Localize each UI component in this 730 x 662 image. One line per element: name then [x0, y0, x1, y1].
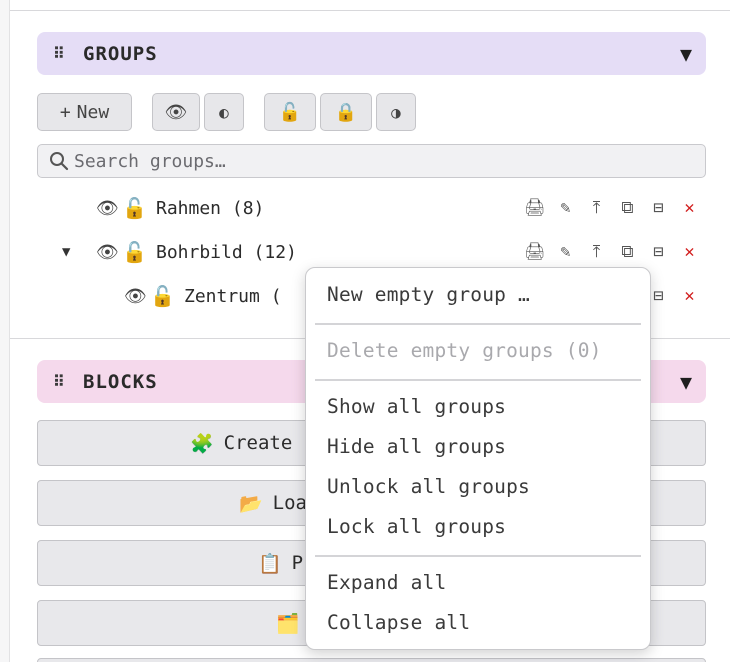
pencil-icon[interactable]: ✎: [550, 242, 581, 262]
load-block-label: Loa: [272, 492, 307, 514]
collapse-caret-icon[interactable]: ▼: [680, 42, 692, 66]
half-circle-icon: ◑: [391, 102, 401, 122]
eye-icon[interactable]: 👁: [96, 198, 122, 219]
group-label: Zentrum (: [184, 285, 282, 307]
unlocked-icon[interactable]: 🔓: [122, 240, 156, 264]
move-to-top-icon[interactable]: ⤒: [581, 198, 612, 218]
groups-context-menu: New empty group … Delete empty groups (0…: [305, 267, 651, 650]
eye-icon: 👁: [164, 101, 188, 123]
puzzle-icon: 🧩: [190, 432, 214, 455]
unlocked-icon[interactable]: 🔓: [150, 284, 184, 308]
group-row-actions: 🖨 ✎ ⤒ ⧉ ⊟ ✕: [519, 198, 705, 218]
toggle-visibility-button[interactable]: ◐: [204, 93, 244, 131]
print-icon[interactable]: 🖨: [519, 198, 550, 218]
create-block-label: Create: [223, 432, 293, 454]
collapse-icon[interactable]: ⊟: [643, 242, 674, 262]
menu-item-lock-all-groups[interactable]: Lock all groups: [327, 515, 506, 538]
unlock-all-button[interactable]: 🔓: [264, 93, 316, 131]
new-group-button[interactable]: + New: [37, 93, 132, 131]
eye-icon[interactable]: 👁: [96, 242, 122, 263]
delete-icon[interactable]: ✕: [674, 198, 705, 218]
collapse-icon[interactable]: ⊟: [643, 198, 674, 218]
menu-separator: [315, 555, 641, 557]
locked-icon: 🔒: [334, 101, 358, 123]
duplicate-icon[interactable]: ⧉: [612, 242, 643, 262]
toggle-lock-button[interactable]: ◑: [376, 93, 416, 131]
half-circle-icon: ◐: [219, 102, 229, 122]
plus-icon: +: [59, 101, 71, 123]
group-label: Rahmen (8): [156, 197, 265, 219]
menu-separator: [315, 323, 641, 325]
print-icon[interactable]: 🖨: [519, 242, 550, 262]
duplicate-icon[interactable]: ⧉: [612, 198, 643, 218]
search-groups-input[interactable]: [74, 150, 674, 172]
card-index-icon: 🗂️: [276, 612, 300, 635]
expand-caret-icon[interactable]: ▼: [62, 244, 70, 260]
next-block-button[interactable]: [37, 658, 706, 662]
search-groups-field[interactable]: [37, 144, 706, 178]
blocks-section-title: BLOCKS: [83, 370, 158, 393]
drag-handle-icon[interactable]: ⠿: [53, 372, 73, 391]
menu-item-show-all-groups[interactable]: Show all groups: [327, 395, 506, 418]
group-row-actions: 🖨 ✎ ⤒ ⧉ ⊟ ✕: [519, 242, 705, 262]
folder-icon: 📂: [239, 492, 263, 515]
drag-handle-icon[interactable]: ⠿: [53, 44, 73, 63]
delete-icon[interactable]: ✕: [674, 242, 705, 262]
group-row-zentrum[interactable]: 👁 🔓 Zentrum (: [124, 281, 282, 311]
show-all-button[interactable]: 👁: [152, 93, 200, 131]
menu-item-hide-all-groups[interactable]: Hide all groups: [327, 435, 506, 458]
new-group-label: New: [76, 101, 110, 123]
paste-block-label: P: [291, 552, 304, 574]
group-label: Bohrbild (12): [156, 241, 297, 263]
clipboard-icon: 📋: [258, 552, 282, 575]
menu-item-collapse-all[interactable]: Collapse all: [327, 611, 470, 634]
eye-icon[interactable]: 👁: [124, 286, 150, 307]
group-row-actions: ⊟ ✕: [643, 286, 705, 306]
delete-icon[interactable]: ✕: [674, 286, 705, 306]
menu-item-unlock-all-groups[interactable]: Unlock all groups: [327, 475, 530, 498]
group-row-rahmen[interactable]: 👁 🔓 Rahmen (8): [96, 193, 264, 223]
collapse-caret-icon[interactable]: ▼: [680, 370, 692, 394]
group-row-bohrbild[interactable]: ▼ 👁 🔓 Bohrbild (12): [62, 237, 297, 267]
move-to-top-icon[interactable]: ⤒: [581, 242, 612, 262]
unlocked-icon[interactable]: 🔓: [122, 196, 156, 220]
menu-separator: [315, 379, 641, 381]
pencil-icon[interactable]: ✎: [550, 198, 581, 218]
menu-item-expand-all[interactable]: Expand all: [327, 571, 446, 594]
menu-item-delete-empty-groups: Delete empty groups (0): [327, 339, 602, 362]
groups-section-title: GROUPS: [83, 42, 158, 65]
search-icon: [50, 152, 69, 171]
groups-section-header[interactable]: ⠿ GROUPS ▼: [37, 32, 706, 75]
left-scroll-gutter: [0, 0, 10, 662]
panel-divider-top: [10, 10, 730, 11]
lock-all-button[interactable]: 🔒: [320, 93, 372, 131]
unlocked-icon: 🔓: [278, 101, 302, 123]
menu-item-new-empty-group[interactable]: New empty group …: [327, 283, 530, 306]
